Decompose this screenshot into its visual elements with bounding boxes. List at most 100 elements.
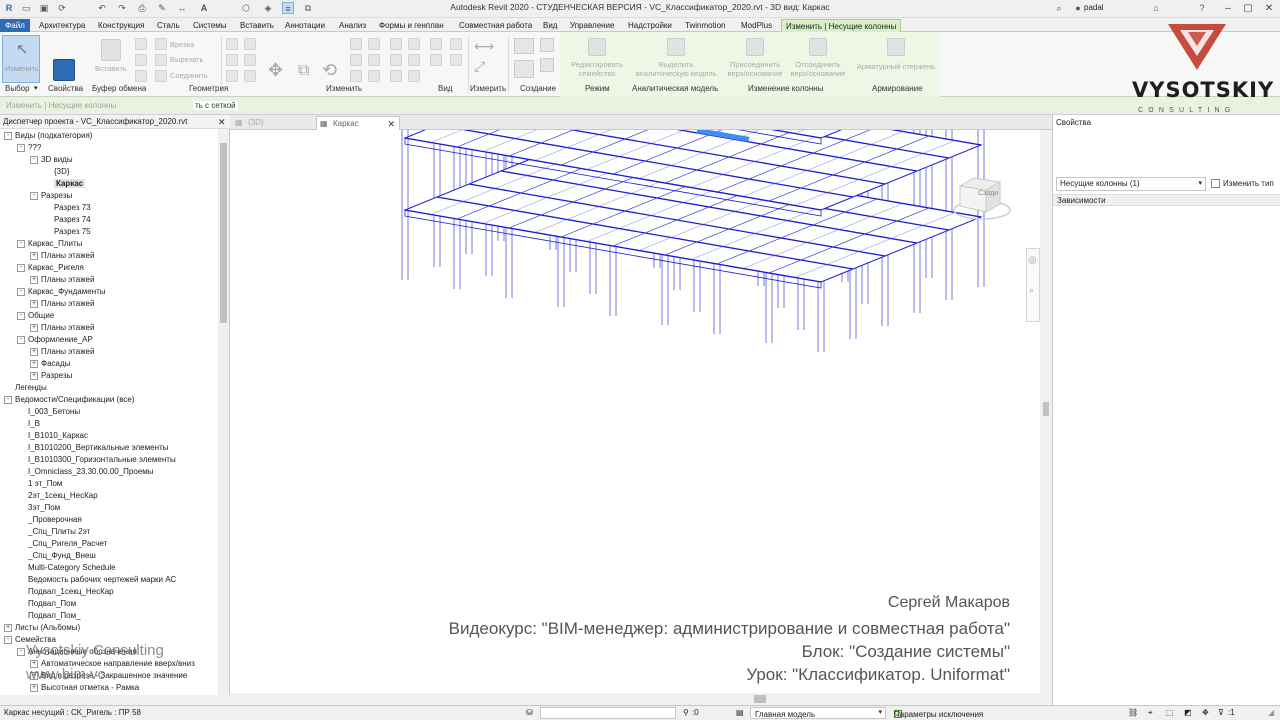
tab-modplus[interactable]: ModPlus [737,19,776,32]
view-vscrollbar[interactable] [1040,130,1052,693]
match-icon[interactable] [135,70,147,82]
design-option-select[interactable]: Главная модель ▾ [750,707,886,719]
type-selector[interactable]: Несущие колонны (1) ▾ [1056,177,1206,191]
rebar-button[interactable]: Арматурный стержень [852,35,938,83]
search-icon[interactable]: ⌕ [1053,2,1065,14]
attach-top-base-button[interactable]: Присоединить верх/основание [724,35,784,83]
close-icon[interactable]: ✕ [387,117,395,131]
tree-item[interactable]: - Ведомости/Спецификации (все) [4,394,135,406]
mirror-axis-icon[interactable] [226,54,238,66]
expand-toggle-icon[interactable]: + [4,623,12,632]
join-icon[interactable] [155,70,167,82]
tree-item[interactable]: -3D виды [30,154,73,166]
expand-toggle-icon[interactable]: + [30,359,38,368]
tree-item[interactable]: I_B1010_Каркас [17,430,88,442]
delete-icon[interactable] [350,70,362,82]
panel-select[interactable]: Выбор [5,84,30,93]
viewcube-face-label[interactable]: Сзади [978,190,998,197]
tree-item[interactable]: + Листы (Альбомы) [4,622,80,634]
tree-item[interactable]: I_003_Бетоны [17,406,80,418]
scroll-thumb[interactable] [1043,402,1049,416]
measure-distance-icon[interactable]: ⤢ [474,58,485,75]
tree-item[interactable]: - Разрезы [30,190,72,202]
tree-item[interactable]: Каркас [43,178,86,190]
pin-icon[interactable] [350,54,362,66]
tab-steel[interactable]: Сталь [153,19,184,32]
tab-addins[interactable]: Надстройки [624,19,676,32]
tab-insert[interactable]: Вставить [236,19,278,32]
create-assembly-icon[interactable] [514,38,534,54]
browser-scrollbar[interactable] [218,129,229,695]
tab-annotate[interactable]: Аннотации [281,19,329,32]
isolate-icon[interactable] [450,54,462,66]
view-override-icon[interactable] [430,54,442,66]
expand-toggle-icon[interactable]: - [17,647,25,656]
mirror-draw-icon[interactable] [244,54,256,66]
select-faces-icon[interactable]: ◩ [1184,708,1192,717]
close-icon[interactable]: ✕ [218,117,226,128]
column[interactable] [401,130,409,280]
expand-toggle-icon[interactable]: + [30,299,38,308]
create-similar-icon[interactable] [540,58,554,72]
mirror-tool-icon[interactable] [408,54,420,66]
expand-toggle-icon[interactable]: - [17,311,25,320]
tree-item[interactable]: + Планы этажей [30,298,94,310]
expand-toggle-icon[interactable]: + [30,371,38,380]
tree-item[interactable]: - Каркас_Фундаменты [17,286,106,298]
lock-icon[interactable] [390,70,402,82]
highlight-analytical-button[interactable]: Выделить аналитическую модель [630,35,720,83]
edit-type-button[interactable]: Изменить тип [1211,179,1274,189]
user-name[interactable]: padal [1084,3,1104,12]
tree-item[interactable]: Подвал_Пом [17,598,76,610]
chevron-down-icon[interactable]: ▾ [34,84,38,92]
select-underlay-icon[interactable]: ⬚ [1166,708,1174,717]
link-icon[interactable]: ⛓ [1128,708,1138,717]
expand-toggle-icon[interactable]: - [17,263,25,272]
tree-item[interactable]: 2эт_1секц_НесКар [17,490,98,502]
tree-item[interactable]: + Высотная отметка - Рамка [30,682,139,694]
scale-icon[interactable] [368,38,380,50]
tab-systems[interactable]: Системы [189,19,231,32]
tree-item[interactable]: 3эт_Пом [17,502,60,514]
connect-label[interactable]: Соединить [170,71,208,80]
category-constraints[interactable]: Зависимости [1053,194,1280,206]
hide-icon[interactable] [408,70,420,82]
workset-select[interactable] [540,707,676,719]
tab-massing[interactable]: Формы и генплан [375,19,448,32]
3d-viewport[interactable]: Сзади ◎ ⌕ Сергей Макаров Видеокурс: "BIM… [230,130,1040,693]
properties-button[interactable] [48,56,78,84]
tab-modify-columns[interactable]: Изменить | Несущие колонны [781,19,902,32]
tree-item[interactable]: I_B1010300_Горизонтальные элементы [17,454,176,466]
tab-collaborate[interactable]: Совместная работа [455,19,536,32]
browser-hscrollbar[interactable] [0,695,230,705]
tab-structure[interactable]: Конструкция [94,19,148,32]
edit-family-button[interactable]: Редактировать семейство [566,35,626,83]
tree-item[interactable]: -??? [17,142,41,154]
expand-toggle-icon[interactable]: - [17,287,25,296]
detach-top-base-button[interactable]: Отсоединить верх/основание [786,35,848,83]
worksets-icon[interactable]: ⛁ [526,708,533,717]
tree-item[interactable]: + Планы этажей [30,322,94,334]
tree-item[interactable]: I_Omniclass_23.30.00.00_Проемы [17,466,154,478]
expand-toggle-icon[interactable]: + [30,347,38,356]
cut-geometry-icon[interactable] [155,54,167,66]
expand-toggle-icon[interactable]: - [4,635,12,644]
expand-toggle-icon[interactable]: - [17,143,25,152]
tree-item[interactable]: - Общие [17,310,54,322]
scroll-thumb[interactable] [754,695,766,703]
tree-item[interactable]: + Планы этажей [30,274,94,286]
array-icon[interactable] [350,38,362,50]
grid-attach-label[interactable]: ть с сеткой [193,101,238,110]
join-label[interactable]: Вырезать [170,55,203,64]
tree-item[interactable]: Подвал_1секц_НесКар [17,586,114,598]
tree-item[interactable]: Легенды [4,382,47,394]
unpin-icon[interactable] [368,54,380,66]
cart-icon[interactable]: ⌂ [1150,2,1162,14]
cut-icon[interactable] [135,38,147,50]
tab-analyze[interactable]: Анализ [335,19,370,32]
view-hscrollbar[interactable] [230,693,1052,705]
drag-elements-icon[interactable]: ✥ [1202,708,1209,717]
tree-item[interactable]: I_B [17,418,40,430]
tree-item[interactable]: + Планы этажей [30,346,94,358]
paste-button[interactable]: Вставить [92,35,130,83]
